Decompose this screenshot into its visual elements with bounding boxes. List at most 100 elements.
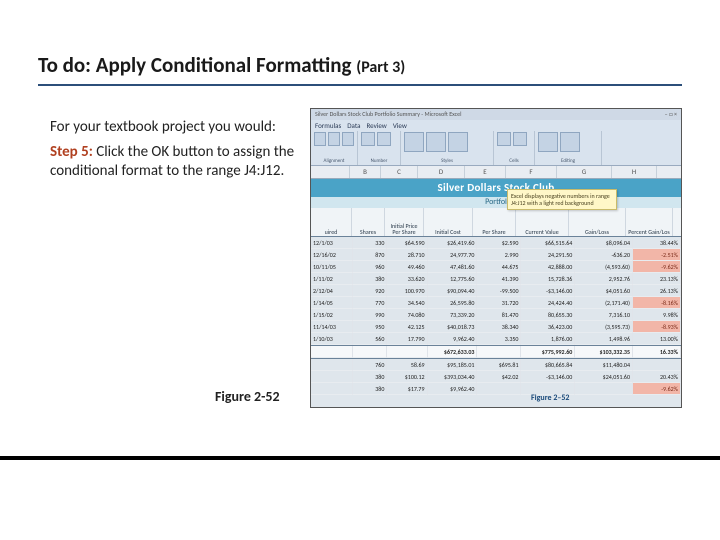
cell: $40,018.73 — [428, 321, 478, 333]
table-body: 12/1/03330$64.590$26,419.60$2.590$66,515… — [311, 237, 681, 395]
cell: 36,423.00 — [521, 321, 575, 333]
step-5: Step 5: Click the OK button to assign th… — [50, 143, 295, 181]
cell — [575, 383, 633, 395]
window-controls: – □ × — [665, 109, 677, 120]
table-row: 1/15/0299074.08073,339.2081.47080,655.30… — [311, 309, 681, 321]
cell: 2,952.76 — [575, 273, 633, 285]
find-select-icon[interactable] — [560, 132, 580, 152]
cell: 960 — [353, 261, 387, 273]
group-cells: Cells — [494, 131, 535, 165]
tab-view[interactable]: View — [393, 121, 407, 130]
table-row: 10/11/0596049.46047,481.6044.67542,888.0… — [311, 261, 681, 273]
cell: $64.590 — [387, 237, 427, 249]
cell: 11/14/03 — [311, 321, 353, 333]
cell: 16.33% — [633, 346, 681, 358]
excel-ribbon: Silver Dollars Stock Club Portfolio Summ… — [311, 109, 681, 166]
cell: 920 — [353, 285, 387, 297]
cell: $11,480.04 — [575, 359, 633, 371]
cell — [311, 346, 353, 358]
cell: $24,051.60 — [575, 371, 633, 383]
cell: (3,595.73) — [575, 321, 633, 333]
align-icon[interactable] — [342, 132, 354, 146]
cell: 950 — [353, 321, 387, 333]
cell: 1/14/05 — [311, 297, 353, 309]
tab-formulas[interactable]: Formulas — [315, 121, 341, 130]
cell: $90,094.40 — [428, 285, 478, 297]
cell: 24,977.70 — [428, 249, 478, 261]
cell: 73,339.20 — [428, 309, 478, 321]
cell: 2.990 — [477, 249, 521, 261]
cell: -$3,146.00 — [521, 285, 575, 297]
cell: 74.080 — [387, 309, 427, 321]
cell: $17.79 — [387, 383, 427, 395]
cell: -636.20 — [575, 249, 633, 261]
align-icon[interactable] — [328, 132, 340, 146]
cell: 100.970 — [387, 285, 427, 297]
format-as-table-icon[interactable] — [426, 132, 446, 152]
cell — [633, 359, 681, 371]
body-text: For your textbook project you would: Ste… — [50, 118, 295, 186]
cell — [477, 383, 521, 395]
tab-review[interactable]: Review — [366, 121, 386, 130]
cell: $9,962.40 — [428, 383, 478, 395]
cell: $95,185.01 — [428, 359, 478, 371]
embedded-screenshot: Silver Dollars Stock Club Portfolio Summ… — [310, 108, 682, 408]
cell: 34.540 — [387, 297, 427, 309]
ribbon-tabs: Formulas Data Review View — [311, 120, 681, 131]
insert-icon[interactable] — [497, 132, 511, 146]
cell: 380 — [353, 383, 387, 395]
cell: 1,498.96 — [575, 333, 633, 345]
table-row: 12/16/0287028.71024,977.702.99024,291.50… — [311, 249, 681, 261]
sort-filter-icon[interactable] — [538, 132, 558, 152]
cell: 870 — [353, 249, 387, 261]
tab-data[interactable]: Data — [347, 121, 360, 130]
cell — [311, 371, 353, 383]
cell: 15,728.36 — [521, 273, 575, 285]
table-row: 1/14/0577034.54026,595.8031.72024,424.40… — [311, 297, 681, 309]
cell: $80,665.84 — [521, 359, 575, 371]
embedded-figure-label: Figure 2–52 — [531, 393, 569, 403]
group-number: Number — [358, 131, 401, 165]
conditional-formatting-icon[interactable] — [404, 132, 424, 152]
cell: $100.12 — [387, 371, 427, 383]
cell: 26,595.80 — [428, 297, 478, 309]
cell: 23.13% — [633, 273, 681, 285]
cell: -8.16% — [633, 297, 681, 309]
cell: 38.340 — [477, 321, 521, 333]
cell: 49.460 — [387, 261, 427, 273]
cell — [311, 383, 353, 395]
align-icon[interactable] — [314, 132, 326, 146]
cell: 1,876.00 — [521, 333, 575, 345]
table-row: 1/11/0238033.62012,775.6041.39015,728.36… — [311, 273, 681, 285]
cell: 42.125 — [387, 321, 427, 333]
cell: -$3,146.00 — [521, 371, 575, 383]
title-main: To do: Apply Conditional Formatting — [38, 52, 351, 78]
number-icon[interactable] — [361, 132, 375, 146]
cell: 9,962.40 — [428, 333, 478, 345]
cell: -99.500 — [477, 285, 521, 297]
figure-caption: Figure 2-52 — [215, 388, 280, 405]
table-row: 76058.69$95,185.01$695.81$80,665.84$11,4… — [311, 359, 681, 371]
window-titlebar: Silver Dollars Stock Club Portfolio Summ… — [311, 109, 681, 120]
delete-icon[interactable] — [513, 132, 527, 146]
cell: $775,992.60 — [521, 346, 575, 358]
table-row: 2/12/04920100.970$90,094.40-99.500-$3,14… — [311, 285, 681, 297]
table-row: 380$17.79$9,962.40-9.62% — [311, 383, 681, 395]
cell-styles-icon[interactable] — [448, 132, 468, 152]
cell: 13.00% — [633, 333, 681, 345]
cell: 7,316.10 — [575, 309, 633, 321]
cell: 20.43% — [633, 371, 681, 383]
number-icon[interactable] — [377, 132, 391, 146]
cell: $695.81 — [477, 359, 521, 371]
title-part: (Part 3) — [356, 58, 405, 77]
cell: 24,291.50 — [521, 249, 575, 261]
cell: 1/10/03 — [311, 333, 353, 345]
sheet-title: Silver Dollars Stock Club — [311, 179, 681, 197]
table-header-row: uired Shares Initial Price Per Share Ini… — [311, 208, 681, 237]
cell: 26.13% — [633, 285, 681, 297]
cell: 9.98% — [633, 309, 681, 321]
cell — [311, 359, 353, 371]
cell: 3.350 — [477, 333, 521, 345]
slide-title: To do: Apply Conditional Formatting (Par… — [38, 52, 682, 86]
callout-box: Excel displays negative numbers in range… — [507, 189, 617, 210]
